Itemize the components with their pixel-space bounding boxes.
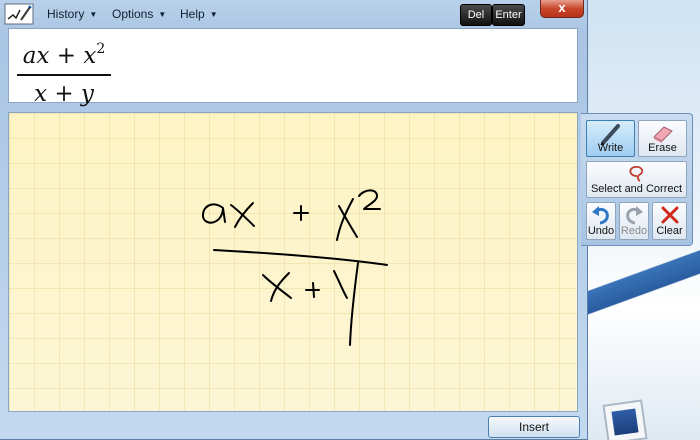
undo-icon [592,206,609,225]
select-and-correct-button[interactable]: Select and Correct [586,161,687,198]
desktop-wallpaper [570,250,700,320]
fraction-numerator: ax + x2 [17,33,111,72]
write-label: Write [597,142,624,154]
redo-label: Redo [620,225,648,237]
lasso-icon [628,166,643,182]
chevron-down-icon: ▼ [89,9,98,19]
numerator-text: ax + x [22,43,97,69]
menu-help-label: Help [180,7,205,21]
desktop-photo-icon[interactable] [602,399,648,440]
enter-button[interactable]: Enter [492,4,525,26]
redo-icon [626,206,643,225]
menu-history-label: History [47,7,85,21]
insert-button[interactable]: Insert [488,416,580,438]
select-and-correct-label: Select and Correct [590,183,683,195]
del-button[interactable]: Del [460,4,492,26]
close-button[interactable]: x [540,0,584,18]
writing-area[interactable] [8,112,578,412]
math-input-app-icon [4,3,34,25]
undo-label: Undo [587,225,615,237]
fraction-denominator: x + y [34,81,94,107]
clear-x-icon [661,206,678,224]
erase-button[interactable]: Erase [638,120,687,157]
menu-options[interactable]: Options ▼ [112,5,166,23]
chevron-down-icon: ▼ [209,9,218,19]
menu-options-label: Options [112,7,154,21]
menu-history[interactable]: History ▼ [47,5,97,23]
write-button[interactable]: Write [586,120,635,157]
undo-button[interactable]: Undo [586,202,616,240]
tool-panel: Write Erase Select and Correct Undo Redo… [581,113,693,246]
fraction-expression: ax + x2 x + y [17,33,111,109]
redo-button[interactable]: Redo [619,202,649,240]
eraser-icon [652,126,673,143]
recognized-math-preview[interactable]: ax + x2 x + y [8,28,578,107]
math-input-panel-window: History ▼ Options ▼ Help ▼ Del Enter x a… [0,0,588,440]
clear-button[interactable]: Clear [652,202,687,240]
clear-label: Clear [656,225,683,237]
chevron-down-icon: ▼ [158,9,167,19]
exponent-text: 2 [96,41,106,57]
title-bar: History ▼ Options ▼ Help ▼ Del Enter x [0,0,588,28]
erase-label: Erase [648,142,677,154]
fraction-bar [17,74,111,76]
menu-help[interactable]: Help ▼ [180,5,218,23]
writing-canvas[interactable] [9,113,577,411]
